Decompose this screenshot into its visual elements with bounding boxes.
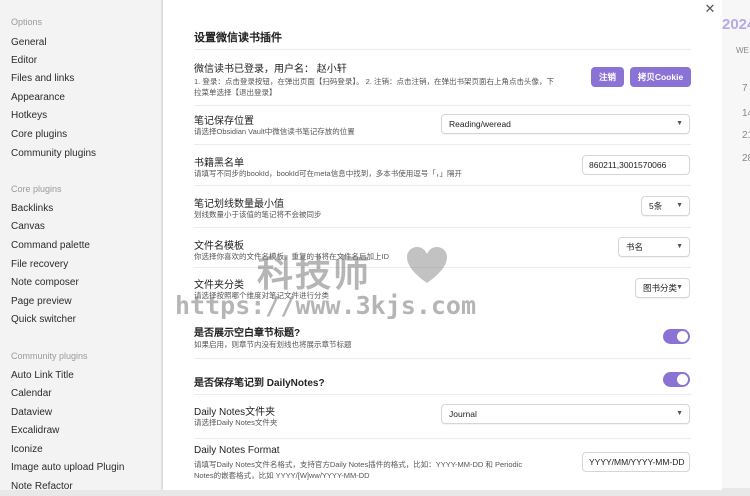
setting-min-highlights: 笔记划线数量最小值 划线数量小于该值的笔记将不会被同步 5条 ▼ <box>194 185 691 227</box>
sidebar-item-backlinks[interactable]: Backlinks <box>11 203 53 214</box>
folder-category-value: 图书分类 <box>643 283 678 293</box>
setting-desc: 请选择Daily Notes文件夹 <box>194 418 278 427</box>
chevron-down-icon: ▼ <box>676 120 683 127</box>
sidebar-item-command-palette[interactable]: Command palette <box>11 240 90 251</box>
setting-daily-folder: Daily Notes文件夹 请选择Daily Notes文件夹 Journal… <box>194 394 691 438</box>
calendar-year: 2024 <box>722 16 750 33</box>
calendar-weekday: WE <box>736 46 749 55</box>
filename-template-select[interactable]: 书名 ▼ <box>618 237 690 257</box>
book-blacklist-input[interactable]: 860211,3001570066 <box>582 155 690 175</box>
sidebar-item-calendar[interactable]: Calendar <box>11 388 52 399</box>
settings-sidebar: Options General Editor Files and links A… <box>0 0 162 490</box>
setting-desc: 你选择你喜欢的文件名模板，重复的书将在文件名后加上ID <box>194 252 389 261</box>
folder-category-select[interactable]: 图书分类 ▼ <box>635 278 690 298</box>
setting-desc: 请选择按照哪个维度对笔记文件进行分类 <box>194 291 329 300</box>
sidebar-item-dataview[interactable]: Dataview <box>11 407 52 418</box>
min-highlights-select[interactable]: 5条 ▼ <box>641 196 690 216</box>
setting-login-desc: 1. 登录：点击登录按钮，在弹出页面【扫码登录】。 2. 注销：点击注销，在弹出… <box>194 76 584 98</box>
chevron-down-icon: ▼ <box>676 243 683 250</box>
sidebar-item-file-recovery[interactable]: File recovery <box>11 259 68 270</box>
daily-format-input[interactable]: YYYY/MM/YYYY-MM-DD <box>582 452 690 472</box>
setting-name: 文件夹分类 <box>194 280 244 291</box>
setting-desc: 划线数量小于该值的笔记将不会被同步 <box>194 210 322 219</box>
setting-desc-line: 请填写Daily Notes文件名格式，支持官方Daily Notes插件的格式… <box>194 460 523 469</box>
setting-desc-line: Notes的嵌套格式，比如 YYYY/[W]ww/YYYY-MM-DD <box>194 471 370 480</box>
setting-desc: 如果启用，则章节内没有划线也将展示章节标题 <box>194 340 352 349</box>
setting-name: 是否保存笔记到 DailyNotes? <box>194 378 325 389</box>
sidebar-item-general[interactable]: General <box>11 37 47 48</box>
sidebar-item-community-plugins[interactable]: Community plugins <box>11 148 96 159</box>
daily-notes-toggle[interactable] <box>663 372 690 387</box>
setting-empty-chapter: 是否展示空白章节标题? 如果启用，则章节内没有划线也将展示章节标题 <box>194 317 691 358</box>
setting-daily-notes: 是否保存笔记到 DailyNotes? <box>194 358 691 394</box>
close-icon[interactable]: ✕ <box>703 2 717 16</box>
setting-desc: 请填写不同步的bookId，bookId可在meta信息中找到，多本书使用逗号「… <box>194 169 462 178</box>
sidebar-item-page-preview[interactable]: Page preview <box>11 296 72 307</box>
daily-folder-value: Journal <box>449 409 477 419</box>
setting-desc: 请选择Obsidian Vault中微信读书笔记存放的位置 <box>194 127 355 136</box>
save-location-value: Reading/weread <box>449 119 511 129</box>
sidebar-item-core-plugins[interactable]: Core plugins <box>11 129 67 140</box>
calendar-day[interactable]: 7 <box>742 83 748 94</box>
setting-save-location: 笔记保存位置 请选择Obsidian Vault中微信读书笔记存放的位置 Rea… <box>194 105 691 144</box>
sidebar-item-note-composer[interactable]: Note composer <box>11 277 79 288</box>
calendar-day[interactable]: 28 <box>742 153 750 164</box>
sidebar-heading-options: Options <box>11 17 43 27</box>
setting-name: Daily Notes文件夹 <box>194 407 276 418</box>
calendar-background: 2024 WE 7 14 21 28 <box>722 0 750 496</box>
sidebar-item-appearance[interactable]: Appearance <box>11 92 65 103</box>
daily-folder-select[interactable]: Journal ▼ <box>441 404 690 424</box>
sidebar-item-hotkeys[interactable]: Hotkeys <box>11 110 47 121</box>
setting-name: 是否展示空白章节标题? <box>194 328 301 339</box>
sidebar-heading-core-plugins: Core plugins <box>11 184 62 194</box>
calendar-day[interactable]: 14 <box>742 108 750 119</box>
settings-panel: 设置微信读书插件 微信读书已登录，用户名： 赵小轩 1. 登录：点击登录按钮，在… <box>163 0 722 490</box>
setting-name: 书籍黑名单 <box>194 158 244 169</box>
setting-login-name: 微信读书已登录，用户名： 赵小轩 <box>194 64 347 75</box>
save-location-select[interactable]: Reading/weread ▼ <box>441 114 690 134</box>
setting-daily-format: Daily Notes Format 请填写Daily Notes文件名格式，支… <box>194 438 691 490</box>
min-highlights-value: 5条 <box>649 201 663 211</box>
chevron-down-icon: ▼ <box>676 410 683 417</box>
sidebar-item-quick-switcher[interactable]: Quick switcher <box>11 314 76 325</box>
setting-login-desc-line: 拉菜单选择【退出登录】 <box>194 88 277 97</box>
filename-template-value: 书名 <box>626 242 644 252</box>
setting-name: 笔记保存位置 <box>194 116 254 127</box>
empty-chapter-toggle[interactable] <box>663 329 690 344</box>
calendar-day[interactable]: 21 <box>742 130 750 141</box>
chevron-down-icon: ▼ <box>676 284 683 291</box>
setting-login-desc-line: 1. 登录：点击登录按钮，在弹出页面【扫码登录】。 2. 注销：点击注销，在弹出… <box>194 77 555 86</box>
setting-folder-category: 文件夹分类 请选择按照哪个维度对笔记文件进行分类 图书分类 ▼ <box>194 267 691 317</box>
logout-button[interactable]: 注销 <box>591 67 624 87</box>
sidebar-heading-community-plugins: Community plugins <box>11 351 88 361</box>
sidebar-item-note-refactor[interactable]: Note Refactor <box>11 481 73 490</box>
setting-name: Daily Notes Format <box>194 445 280 456</box>
toggle-knob <box>677 374 688 385</box>
setting-name: 文件名模板 <box>194 241 244 252</box>
setting-book-blacklist: 书籍黑名单 请填写不同步的bookId，bookId可在meta信息中找到，多本… <box>194 144 691 185</box>
page-title: 设置微信读书插件 <box>194 32 282 44</box>
setting-name: 笔记划线数量最小值 <box>194 199 284 210</box>
sidebar-item-editor[interactable]: Editor <box>11 55 37 66</box>
setting-desc: 请填写Daily Notes文件名格式，支持官方Daily Notes插件的格式… <box>194 459 584 481</box>
copy-cookie-button[interactable]: 拷贝Cookie <box>630 67 691 87</box>
sidebar-item-excalidraw[interactable]: Excalidraw <box>11 425 59 436</box>
sidebar-item-canvas[interactable]: Canvas <box>11 221 45 232</box>
sidebar-item-auto-link-title[interactable]: Auto Link Title <box>11 370 74 381</box>
setting-filename-template: 文件名模板 你选择你喜欢的文件名模板，重复的书将在文件名后加上ID 书名 ▼ <box>194 227 691 267</box>
sidebar-item-files-and-links[interactable]: Files and links <box>11 73 74 84</box>
sidebar-item-iconize[interactable]: Iconize <box>11 444 43 455</box>
setting-login: 微信读书已登录，用户名： 赵小轩 1. 登录：点击登录按钮，在弹出页面【扫码登录… <box>194 49 691 105</box>
sidebar-item-image-auto-upload[interactable]: Image auto upload Plugin <box>11 462 124 473</box>
toggle-knob <box>677 331 688 342</box>
chevron-down-icon: ▼ <box>676 202 683 209</box>
